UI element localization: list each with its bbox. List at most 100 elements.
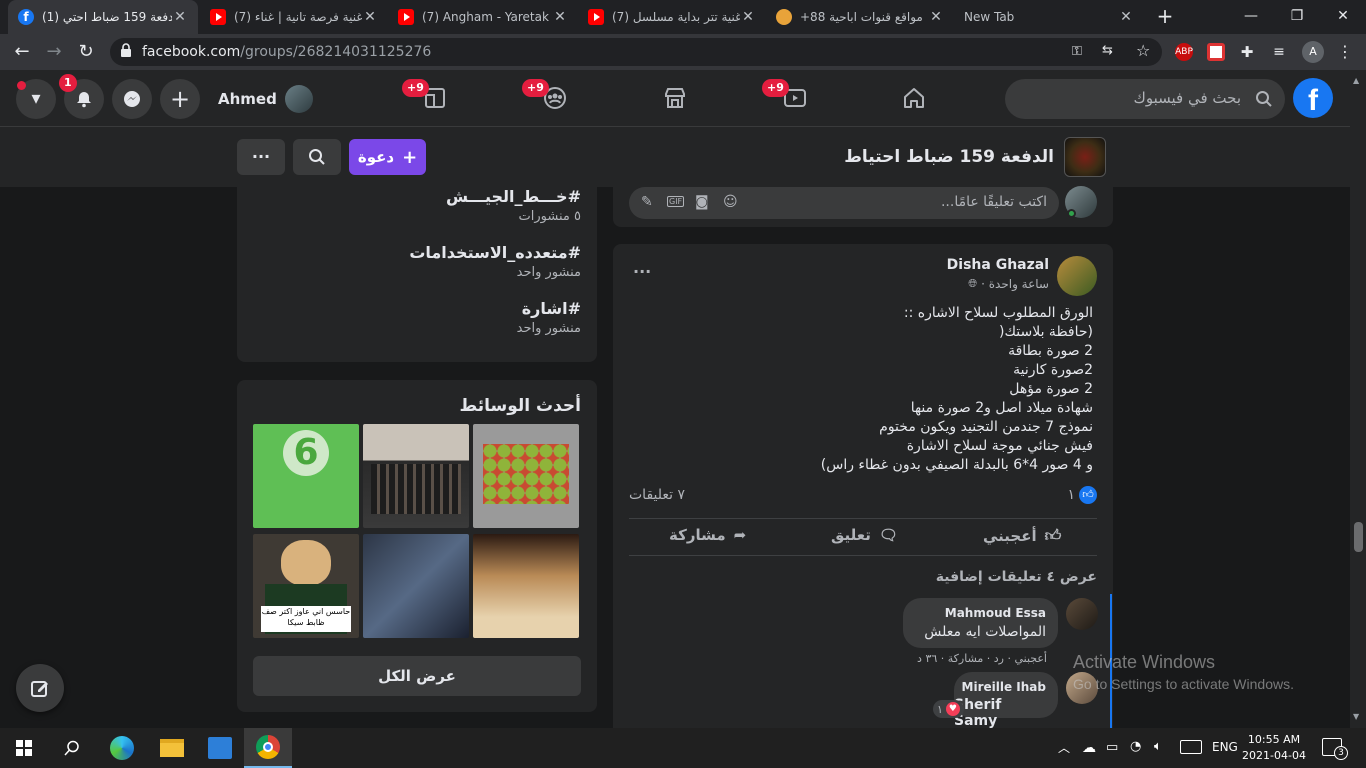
messenger-button[interactable] (112, 79, 152, 119)
translate-icon[interactable]: ⇆ (1102, 43, 1113, 58)
taskbar-search-button[interactable] (48, 728, 96, 768)
show-hidden-icons-chevron-icon[interactable]: ︿ (1058, 739, 1070, 756)
post-options-button[interactable]: ··· (633, 262, 651, 281)
share-button[interactable]: مشاركة ➦ (669, 526, 746, 544)
tab-youtube-3[interactable]: (7) أغنية تتر بداية مسلسل ✕ (578, 0, 766, 34)
group-more-button[interactable]: ··· (237, 139, 285, 175)
comment-bubble: Mireille Ihab Sherif Samy (954, 672, 1058, 729)
see-all-media-button[interactable]: عرض الكل (253, 656, 581, 696)
comment-actions[interactable]: أعجبني · رد · مشاركة · ٣٦ د (917, 652, 1047, 665)
post-reactions-summary[interactable]: ١ 👍︎ (1067, 486, 1097, 504)
gif-icon[interactable]: GIF (667, 196, 685, 207)
scroll-up-arrow-icon[interactable]: ▲ (1353, 76, 1359, 85)
media-thumbnail-sleeping[interactable] (363, 534, 469, 638)
hashtag-item[interactable]: #متعدده_الاستخدامات منشور واحد (409, 243, 581, 280)
volume-icon[interactable]: 🔈︎ (1154, 739, 1162, 754)
media-thumbnail-movie-still[interactable] (473, 534, 579, 638)
forward-arrow-icon[interactable]: → (40, 38, 68, 66)
post-author-name[interactable]: Disha Ghazal (947, 257, 1049, 273)
emoji-icon[interactable]: ☺ (723, 194, 738, 210)
tab-youtube-1[interactable]: (7) أغنية فرصة تانية | غناء ✕ (200, 0, 388, 34)
close-tab-icon[interactable]: ✕ (740, 9, 756, 25)
facebook-logo[interactable]: f (1293, 78, 1333, 118)
edge-taskbar-button[interactable] (98, 728, 146, 768)
extension-red-icon[interactable] (1207, 43, 1225, 61)
tab-burger-site[interactable]: +88 مواقع قنوات اباحية ✕ (766, 0, 954, 34)
comment-author[interactable]: Mireille Ihab (962, 680, 1046, 694)
address-bar[interactable]: facebook.com/groups/268214031125276 ⚿ ⇆ … (110, 38, 1162, 66)
comments-count[interactable]: ٧ تعليقات (629, 487, 685, 503)
extensions-puzzle-icon[interactable]: ✚ (1238, 43, 1256, 61)
media-thumbnail-board-game[interactable] (473, 424, 579, 528)
tab-youtube-2[interactable]: (7) Angham - Yaretak Fa ✕ (388, 0, 578, 34)
create-button[interactable]: + (160, 79, 200, 119)
divider (629, 555, 1097, 556)
hashtag-item[interactable]: #اشارة منشور واحد (517, 299, 581, 336)
file-explorer-taskbar-button[interactable] (148, 728, 196, 768)
new-tab-plus-icon[interactable]: + (1142, 0, 1188, 34)
watch-badge: +9 (762, 79, 789, 97)
comment-reaction-count[interactable]: ١ ♥ (933, 700, 964, 718)
share-arrow-icon: ➦ (733, 526, 747, 544)
page-scrollbar[interactable]: ▲ ▼ (1350, 70, 1366, 728)
restore-icon[interactable]: ❐ (1274, 0, 1320, 34)
browser-menu-icon[interactable]: ⋮ (1336, 43, 1354, 61)
tab-facebook-group[interactable]: f (1) الدفعة 159 ضباط احتي ✕ (8, 0, 198, 34)
nav-marketplace-tab[interactable] (635, 70, 715, 127)
tab-new-tab[interactable]: New Tab ✕ (954, 0, 1144, 34)
media-thumbnail-group-photo[interactable] (363, 424, 469, 528)
close-tab-icon[interactable]: ✕ (552, 9, 568, 25)
network-icon[interactable]: ◔ (1130, 739, 1141, 754)
reload-icon[interactable]: ↻ (72, 38, 100, 66)
keyboard-icon[interactable] (1180, 740, 1202, 754)
group-cover-thumbnail[interactable] (1064, 137, 1106, 177)
heart-reaction-icon: ♥ (945, 702, 960, 716)
invite-button[interactable]: دعوة + (349, 139, 426, 175)
bookmark-star-icon[interactable]: ☆ (1136, 41, 1150, 60)
facebook-search-input[interactable]: بحث في فيسبوك (1005, 79, 1285, 119)
start-button[interactable] (0, 728, 48, 768)
adblock-plus-icon[interactable]: ABP (1175, 43, 1193, 61)
url-text: facebook.com/groups/268214031125276 (142, 44, 431, 60)
close-tab-icon[interactable]: ✕ (362, 9, 378, 25)
comment-author[interactable]: Mahmoud Essa (945, 606, 1046, 620)
back-arrow-icon[interactable]: ← (8, 38, 36, 66)
lock-icon[interactable] (120, 43, 132, 61)
group-search-button[interactable] (293, 139, 341, 175)
like-button[interactable]: أعجبني 👍︎ (983, 526, 1061, 546)
post-timestamp[interactable]: ساعة واحدة · 🌐︎ (968, 277, 1049, 291)
plus-icon: + (402, 146, 418, 168)
new-message-button[interactable] (16, 664, 64, 712)
profile-avatar-icon[interactable]: A (1302, 41, 1324, 63)
post-author-avatar[interactable] (1057, 256, 1097, 296)
sticker-icon[interactable]: ✎ (641, 194, 653, 210)
clock-date: 2021-04-04 (1242, 749, 1306, 762)
commenter-avatar[interactable] (1066, 598, 1098, 630)
close-tab-icon[interactable]: ✕ (1118, 9, 1134, 25)
profile-shortcut[interactable]: Ahmed (212, 81, 319, 117)
media-thumbnail-meme[interactable]: حاسس اني عاوز اكتر صف ظابط سيكا (253, 534, 359, 638)
comment-button[interactable]: تعليق 🗨︎ (831, 526, 898, 544)
group-name[interactable]: الدفعة 159 ضباط احتياط (844, 147, 1054, 167)
input-language[interactable]: ENG (1212, 740, 1238, 754)
close-tab-icon[interactable]: ✕ (172, 9, 188, 25)
view-more-comments-link[interactable]: عرض ٤ تعليقات إضافية (936, 569, 1097, 585)
mentioned-user[interactable]: Sherif Samy (954, 697, 1046, 729)
media-controls-icon[interactable]: ≡ (1270, 43, 1288, 61)
close-tab-icon[interactable]: ✕ (928, 9, 944, 25)
media-app-taskbar-button[interactable] (196, 728, 244, 768)
close-window-icon[interactable]: ✕ (1320, 0, 1366, 34)
nav-home-tab[interactable] (874, 70, 954, 127)
camera-icon[interactable]: ◙ (695, 194, 709, 210)
clock[interactable]: 10:55 AM 2021-04-04 (1242, 732, 1306, 764)
scroll-down-arrow-icon[interactable]: ▼ (1353, 712, 1359, 721)
key-icon[interactable]: ⚿ (1072, 44, 1082, 59)
public-comment-input[interactable]: اكتب تعليقًا عامًا... ☺ ◙ GIF ✎ (629, 187, 1059, 219)
scrollbar-thumb[interactable] (1354, 522, 1363, 552)
minimize-icon[interactable]: — (1228, 0, 1274, 34)
hashtag-item[interactable]: #خـــط_الجيـــش ٥ منشورات (446, 187, 581, 224)
onedrive-cloud-icon[interactable]: ☁ (1082, 740, 1096, 756)
battery-icon[interactable]: ▭ (1106, 740, 1118, 755)
media-thumbnail-jersey[interactable]: 6 (253, 424, 359, 528)
chrome-taskbar-button[interactable] (244, 728, 292, 768)
